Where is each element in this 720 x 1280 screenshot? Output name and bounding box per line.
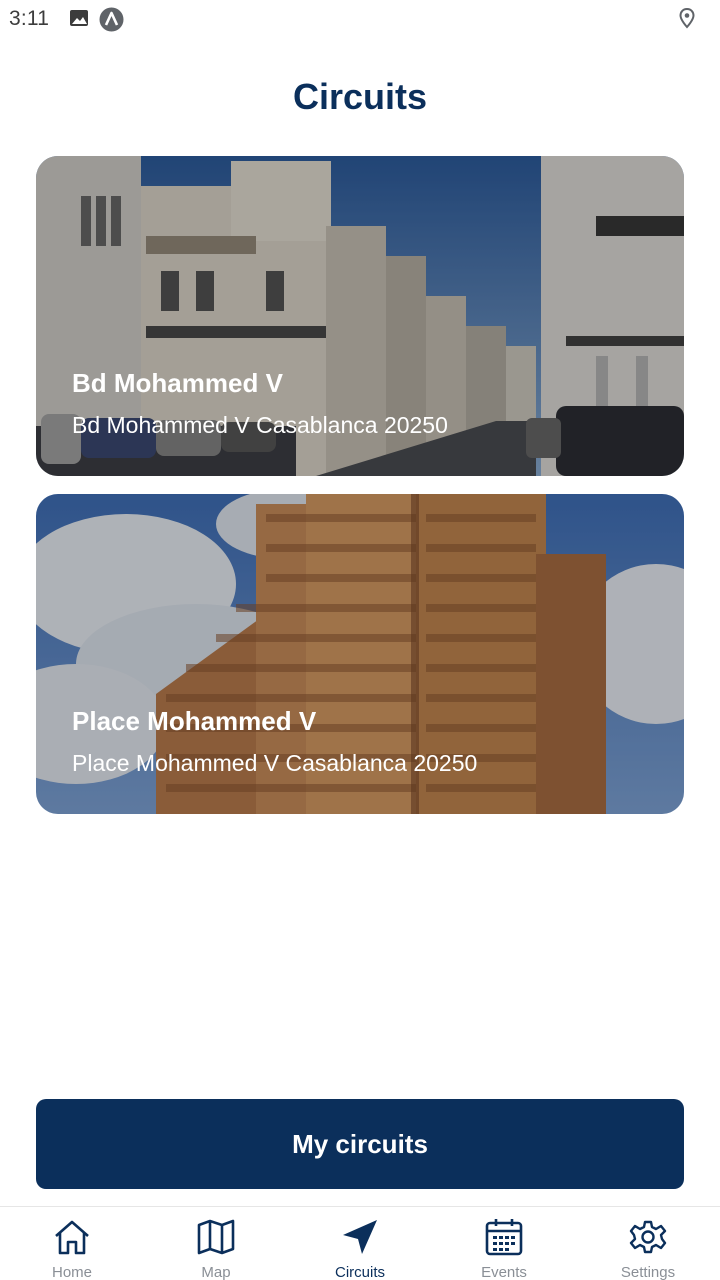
my-circuits-button[interactable]: My circuits xyxy=(36,1099,684,1189)
circuit-address: Place Mohammed V Casablanca 20250 xyxy=(72,750,478,776)
a-badge-icon xyxy=(99,7,124,37)
nav-item-home[interactable]: Home xyxy=(0,1207,144,1280)
circuit-title: Bd Mohammed V xyxy=(72,368,283,398)
map-icon xyxy=(196,1207,236,1262)
status-bar: 3:11 xyxy=(0,0,720,38)
circuit-card-place-mohammed-v[interactable]: Place Mohammed V Place Mohammed V Casabl… xyxy=(36,494,684,814)
nav-item-events[interactable]: Events xyxy=(432,1207,576,1280)
nav-label-events: Events xyxy=(481,1264,527,1280)
nav-label-map: Map xyxy=(201,1264,231,1280)
nav-label-home: Home xyxy=(51,1264,92,1280)
calendar-icon xyxy=(484,1207,524,1262)
circuit-title: Place Mohammed V xyxy=(72,706,317,736)
status-time: 3:11 xyxy=(9,7,50,30)
circuit-card-bd-mohammed-v[interactable]: Bd Mohammed V Bd Mohammed V Casablanca 2… xyxy=(36,156,684,476)
nav-item-settings[interactable]: Settings xyxy=(576,1207,720,1280)
gear-icon xyxy=(628,1207,668,1262)
bottom-navigation: Home Map Circuits Events Settings xyxy=(0,1206,720,1280)
page-title: Circuits xyxy=(292,76,428,117)
nav-label-settings: Settings xyxy=(620,1264,676,1280)
home-icon xyxy=(52,1207,92,1262)
navigation-arrow-icon xyxy=(340,1207,380,1262)
circuit-address: Bd Mohammed V Casablanca 20250 xyxy=(72,412,448,438)
image-icon xyxy=(68,7,90,34)
nav-label-circuits: Circuits xyxy=(334,1264,385,1280)
location-icon xyxy=(677,7,697,34)
nav-item-circuits[interactable]: Circuits xyxy=(288,1207,432,1280)
nav-item-map[interactable]: Map xyxy=(144,1207,288,1280)
